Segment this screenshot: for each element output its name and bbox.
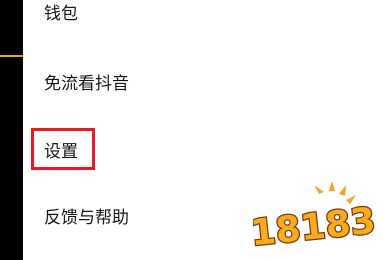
settings-highlight-box <box>31 128 95 170</box>
accent-line <box>0 55 23 57</box>
background-strip <box>0 0 23 260</box>
menu-item-feedback-help[interactable]: 反馈与帮助 <box>44 207 129 229</box>
watermark-logo: 18183 <box>253 181 375 255</box>
menu-item-wallet[interactable]: 钱包 <box>44 3 78 25</box>
menu-item-free-data[interactable]: 免流看抖音 <box>44 73 129 95</box>
watermark-text: 18183 <box>253 201 375 255</box>
